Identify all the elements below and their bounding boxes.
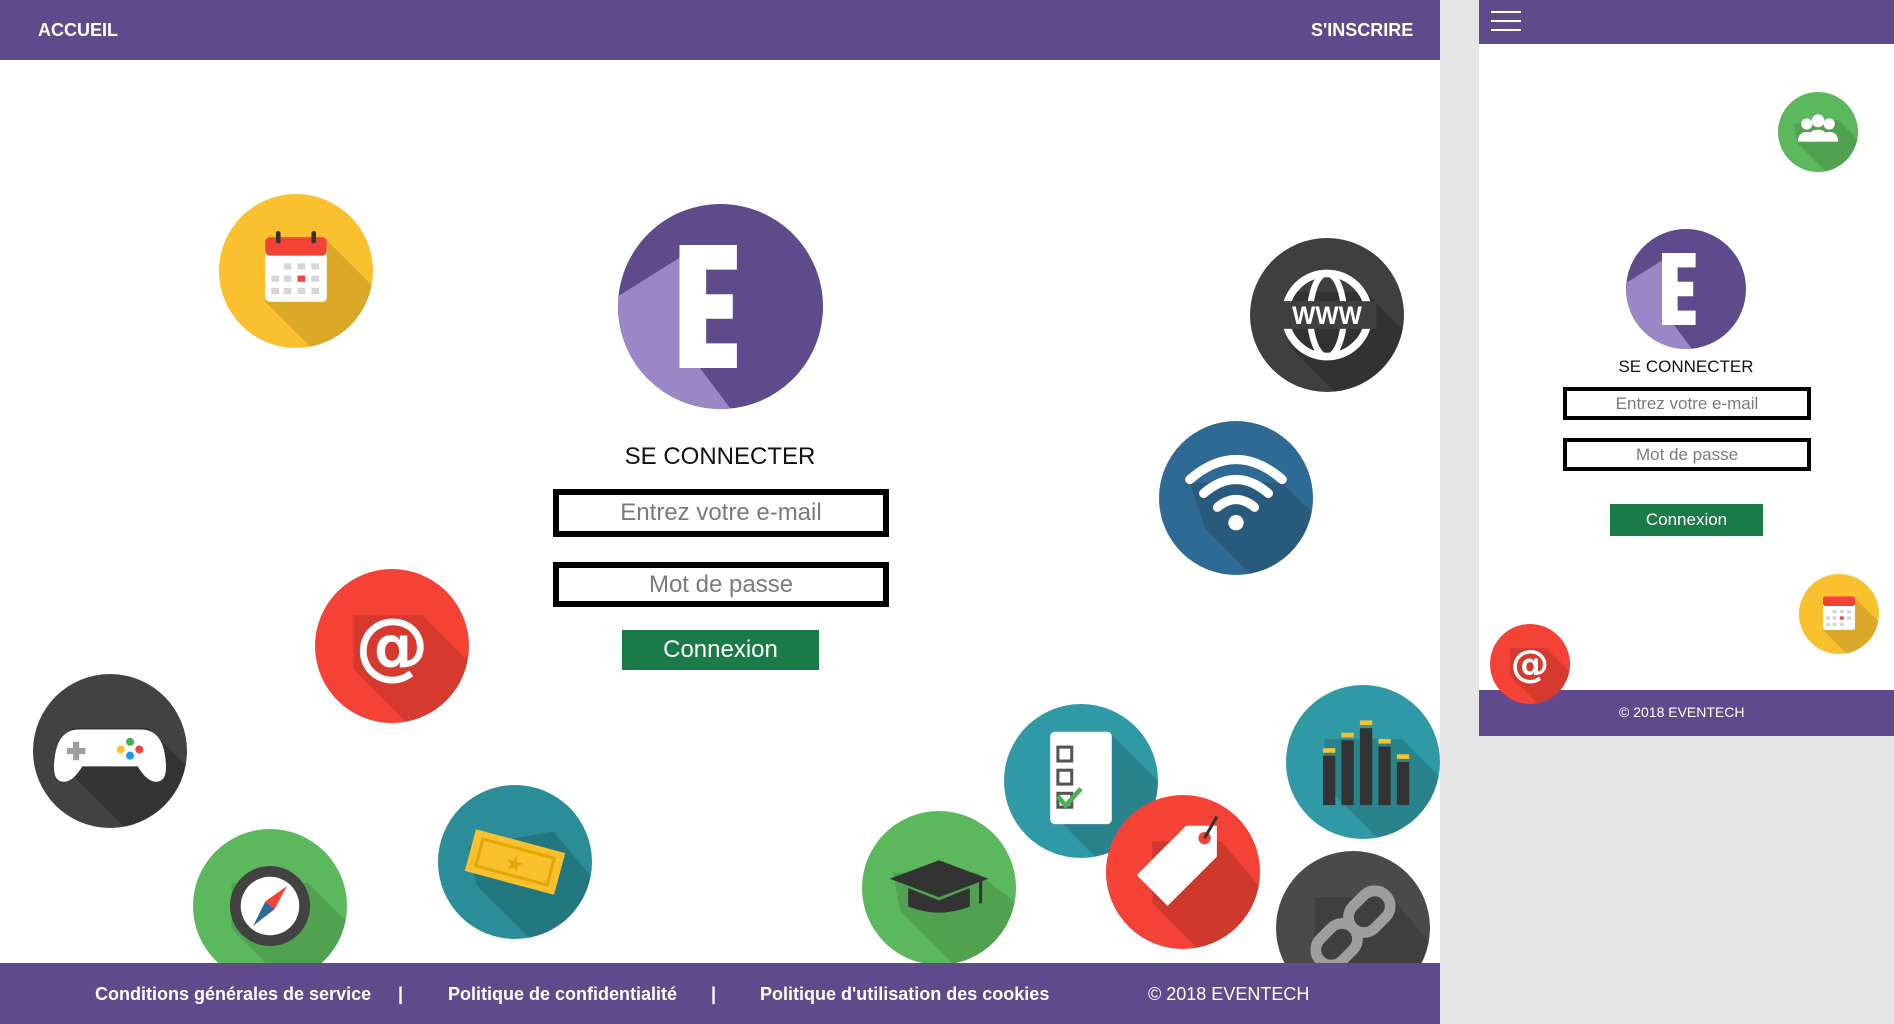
terms-link[interactable]: Conditions générales de service	[95, 984, 371, 1005]
svg-text:@: @	[355, 603, 429, 689]
cookies-link[interactable]: Politique d'utilisation des cookies	[760, 984, 1049, 1005]
eventech-logo	[1626, 229, 1746, 349]
view-separator	[1440, 0, 1479, 1024]
nav-signup-link[interactable]: S'INSCRIRE	[1311, 20, 1413, 41]
gamepad-icon	[33, 674, 187, 828]
nav-home-link[interactable]: ACCUEIL	[38, 20, 118, 41]
calendar-icon	[219, 194, 373, 348]
graduation-cap-icon	[862, 811, 1016, 965]
copyright-text: © 2018 EVENTECH	[1148, 984, 1310, 1004]
copyright-text: © 2018 EVENTECH	[1619, 704, 1745, 720]
price-tag-icon	[1106, 795, 1260, 949]
password-input[interactable]	[1563, 438, 1811, 471]
people-icon	[1778, 92, 1858, 172]
login-button[interactable]: Connexion	[1610, 504, 1763, 536]
privacy-link[interactable]: Politique de confidentialité	[448, 984, 677, 1005]
mobile-top-navbar	[1479, 0, 1894, 44]
svg-text:@: @	[1511, 642, 1549, 687]
mobile-view: SE CONNECTER Connexion © 2018 EVENTECH @	[1479, 0, 1894, 736]
login-title: SE CONNECTER	[624, 443, 816, 470]
footer-separator: |	[398, 984, 404, 1004]
page-footer: Conditions générales de service | Politi…	[0, 963, 1440, 1024]
wifi-icon	[1159, 421, 1313, 575]
calendar-icon	[1799, 574, 1879, 654]
email-at-icon: @	[315, 569, 469, 723]
ticket-icon: ★	[438, 785, 592, 939]
email-input[interactable]	[553, 489, 889, 537]
www-globe-icon: WWW	[1250, 238, 1404, 392]
login-button[interactable]: Connexion	[622, 630, 819, 670]
email-at-icon: @	[1490, 624, 1570, 704]
hamburger-menu-icon[interactable]	[1491, 9, 1521, 33]
www-text: WWW	[1292, 303, 1362, 330]
login-title: SE CONNECTER	[1618, 357, 1754, 376]
password-input[interactable]	[553, 562, 889, 607]
equalizer-icon	[1286, 685, 1440, 839]
compass-icon	[193, 829, 347, 983]
top-navbar: ACCUEIL S'INSCRIRE	[0, 0, 1440, 60]
desktop-view: ACCUEIL S'INSCRIRE SE CONNECTER Conne	[0, 0, 1440, 1024]
eventech-logo	[618, 204, 823, 409]
email-input[interactable]	[1563, 387, 1811, 420]
footer-separator: |	[711, 984, 717, 1004]
